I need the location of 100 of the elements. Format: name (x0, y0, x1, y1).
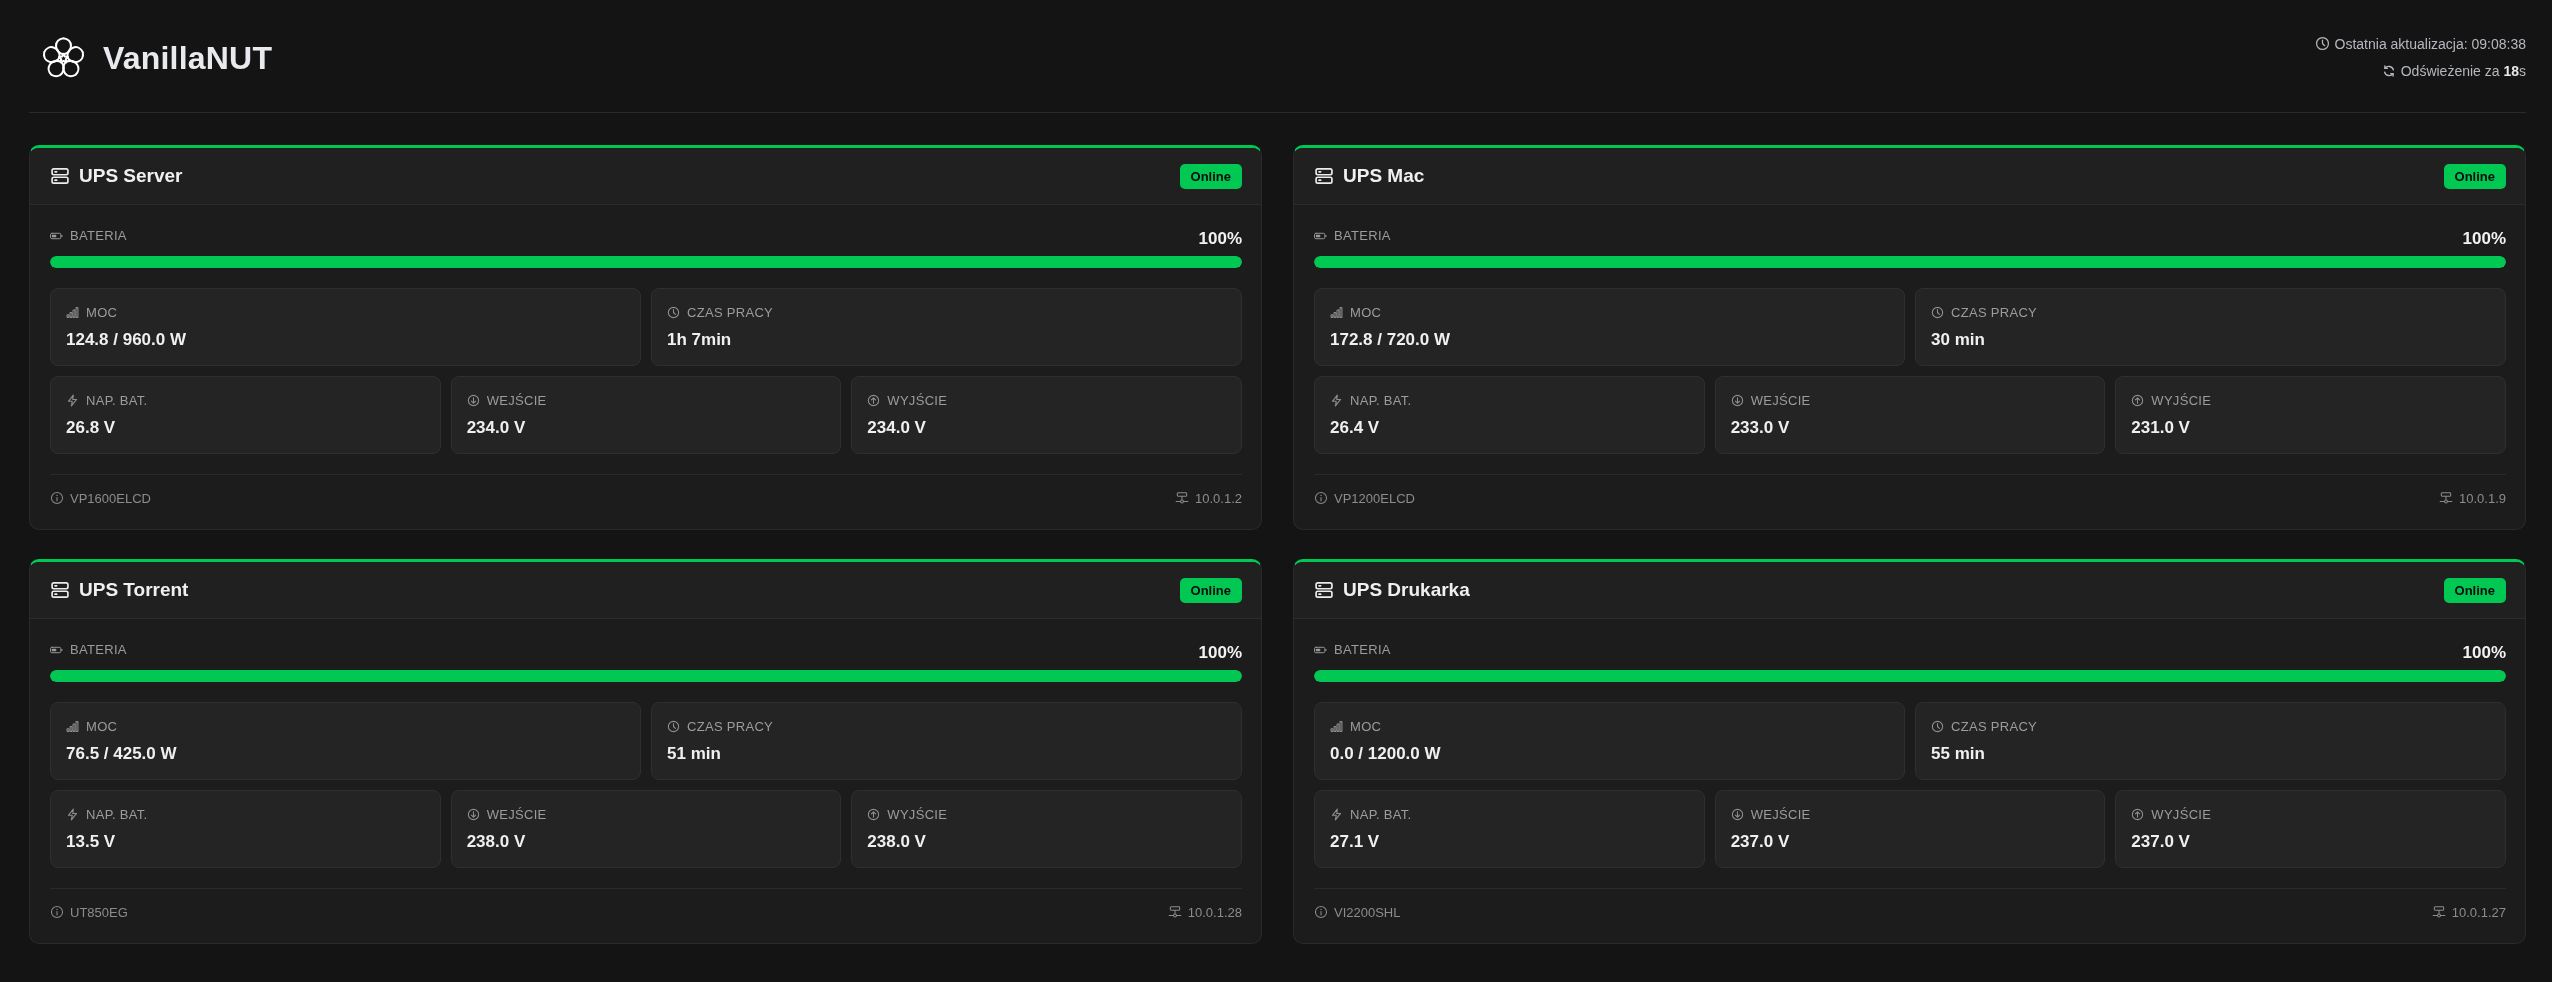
clock-icon (1931, 720, 1944, 733)
metric-label: NAP. BAT. (1350, 393, 1412, 408)
ups-name: UPS Drukarka (1343, 579, 1470, 601)
metric-value: 238.0 V (466, 831, 527, 853)
network-icon (1175, 491, 1189, 505)
ip-address: 10.0.1.2 (1195, 490, 1242, 506)
model-name: VP1200ELCD (1334, 490, 1415, 506)
signal-bars-icon (66, 720, 79, 733)
metric-label: WEJŚCIE (1750, 807, 1811, 822)
signal-bars-icon (1330, 306, 1343, 319)
metric-value: 233.0 V (1730, 417, 1791, 439)
battery-label: BATERIA (1334, 228, 1391, 243)
metric-label: WYJŚCIE (887, 807, 948, 822)
metric-label: CZAS PRACY (1951, 719, 2038, 734)
arrow-up-circle-icon (2131, 808, 2145, 821)
metric-value: 26.4 V (1330, 417, 1381, 439)
signal-bars-icon (1330, 720, 1343, 733)
battery-icon (50, 231, 63, 240)
lightning-icon (1330, 394, 1343, 407)
ups-name: UPS Mac (1343, 165, 1425, 187)
battery-percent: 100% (2462, 643, 2506, 663)
model-name: VP1600ELCD (70, 490, 151, 506)
lightning-icon (1330, 808, 1343, 821)
battery-icon (1314, 231, 1327, 240)
metric-value: 1h 7min (667, 329, 733, 351)
model-name: VI2200SHL (1334, 904, 1401, 920)
server-icon (1314, 166, 1334, 186)
battery-label: BATERIA (1334, 642, 1391, 657)
metric-label: WYJŚCIE (2151, 393, 2212, 408)
metric-value: 237.0 V (1730, 831, 1791, 853)
metric-label: WEJŚCIE (486, 393, 547, 408)
metric-label: MOC (86, 719, 118, 734)
info-icon (1314, 491, 1328, 505)
arrow-down-circle-icon (1730, 394, 1744, 407)
clock-icon (667, 306, 680, 319)
metric-label: WYJŚCIE (887, 393, 948, 408)
metric-label: CZAS PRACY (687, 305, 774, 320)
metric-value: 237.0 V (2131, 831, 2191, 853)
metric-value: 238.0 V (867, 831, 927, 853)
battery-percent: 100% (1198, 229, 1242, 249)
metric-label: NAP. BAT. (1350, 807, 1412, 822)
refresh-icon (2381, 63, 2396, 78)
metric-value: 51 min (667, 743, 722, 765)
metric-label: WEJŚCIE (1750, 393, 1811, 408)
status-badge: Online (1179, 577, 1242, 603)
arrow-up-circle-icon (867, 394, 881, 407)
refresh-countdown-text: Odświeżenie za 18s (2400, 62, 2526, 79)
metric-value: 234.0 V (867, 417, 927, 439)
metric-label: MOC (86, 305, 118, 320)
status-badge: Online (2443, 577, 2506, 603)
battery-percent: 100% (2462, 229, 2506, 249)
ip-address: 10.0.1.28 (1187, 904, 1242, 920)
metric-value: 124.8 / 960.0 W (66, 329, 188, 351)
server-icon (50, 166, 70, 186)
metric-value: 27.1 V (1330, 831, 1381, 853)
clock-icon (2314, 36, 2330, 51)
metric-label: NAP. BAT. (86, 807, 148, 822)
battery-label: BATERIA (70, 228, 127, 243)
network-icon (1167, 905, 1182, 919)
metric-value: 231.0 V (2131, 417, 2191, 439)
network-icon (2431, 905, 2446, 919)
arrow-down-circle-icon (466, 808, 480, 821)
arrow-up-circle-icon (867, 808, 881, 821)
metric-value: 0.0 / 1200.0 W (1330, 743, 1442, 765)
signal-bars-icon (66, 306, 79, 319)
status-badge: Online (2443, 163, 2506, 189)
metric-label: MOC (1350, 719, 1382, 734)
app-title: VanillaNUT (103, 39, 273, 77)
ip-address: 10.0.1.9 (2459, 490, 2506, 506)
ip-address: 10.0.1.27 (2451, 904, 2506, 920)
battery-icon (1314, 645, 1327, 654)
ups-name: UPS Torrent (79, 579, 189, 601)
metric-label: NAP. BAT. (86, 393, 148, 408)
metric-value: 55 min (1931, 743, 1986, 765)
flower-logo-icon (42, 36, 85, 80)
ups-name: UPS Server (79, 165, 183, 187)
arrow-down-circle-icon (1730, 808, 1744, 821)
metric-value: 30 min (1931, 329, 1986, 351)
metric-value: 76.5 / 425.0 W (66, 743, 178, 765)
clock-icon (667, 720, 680, 733)
metric-label: WYJŚCIE (2151, 807, 2212, 822)
network-icon (2439, 491, 2453, 505)
metric-label: CZAS PRACY (1951, 305, 2038, 320)
info-icon (50, 905, 64, 919)
battery-icon (50, 645, 63, 654)
server-icon (1314, 580, 1334, 600)
arrow-down-circle-icon (466, 394, 480, 407)
battery-label: BATERIA (70, 642, 127, 657)
metric-label: MOC (1350, 305, 1382, 320)
last-update-text: Ostatnia aktualizacja: 09:08:38 (2334, 35, 2526, 52)
metric-value: 172.8 / 720.0 W (1330, 329, 1452, 351)
info-icon (1314, 905, 1328, 919)
status-badge: Online (1179, 163, 1242, 189)
metric-label: CZAS PRACY (687, 719, 774, 734)
server-icon (50, 580, 70, 600)
metric-value: 234.0 V (466, 417, 527, 439)
metric-label: WEJŚCIE (486, 807, 547, 822)
arrow-up-circle-icon (2131, 394, 2145, 407)
battery-percent: 100% (1198, 643, 1242, 663)
lightning-icon (66, 394, 79, 407)
